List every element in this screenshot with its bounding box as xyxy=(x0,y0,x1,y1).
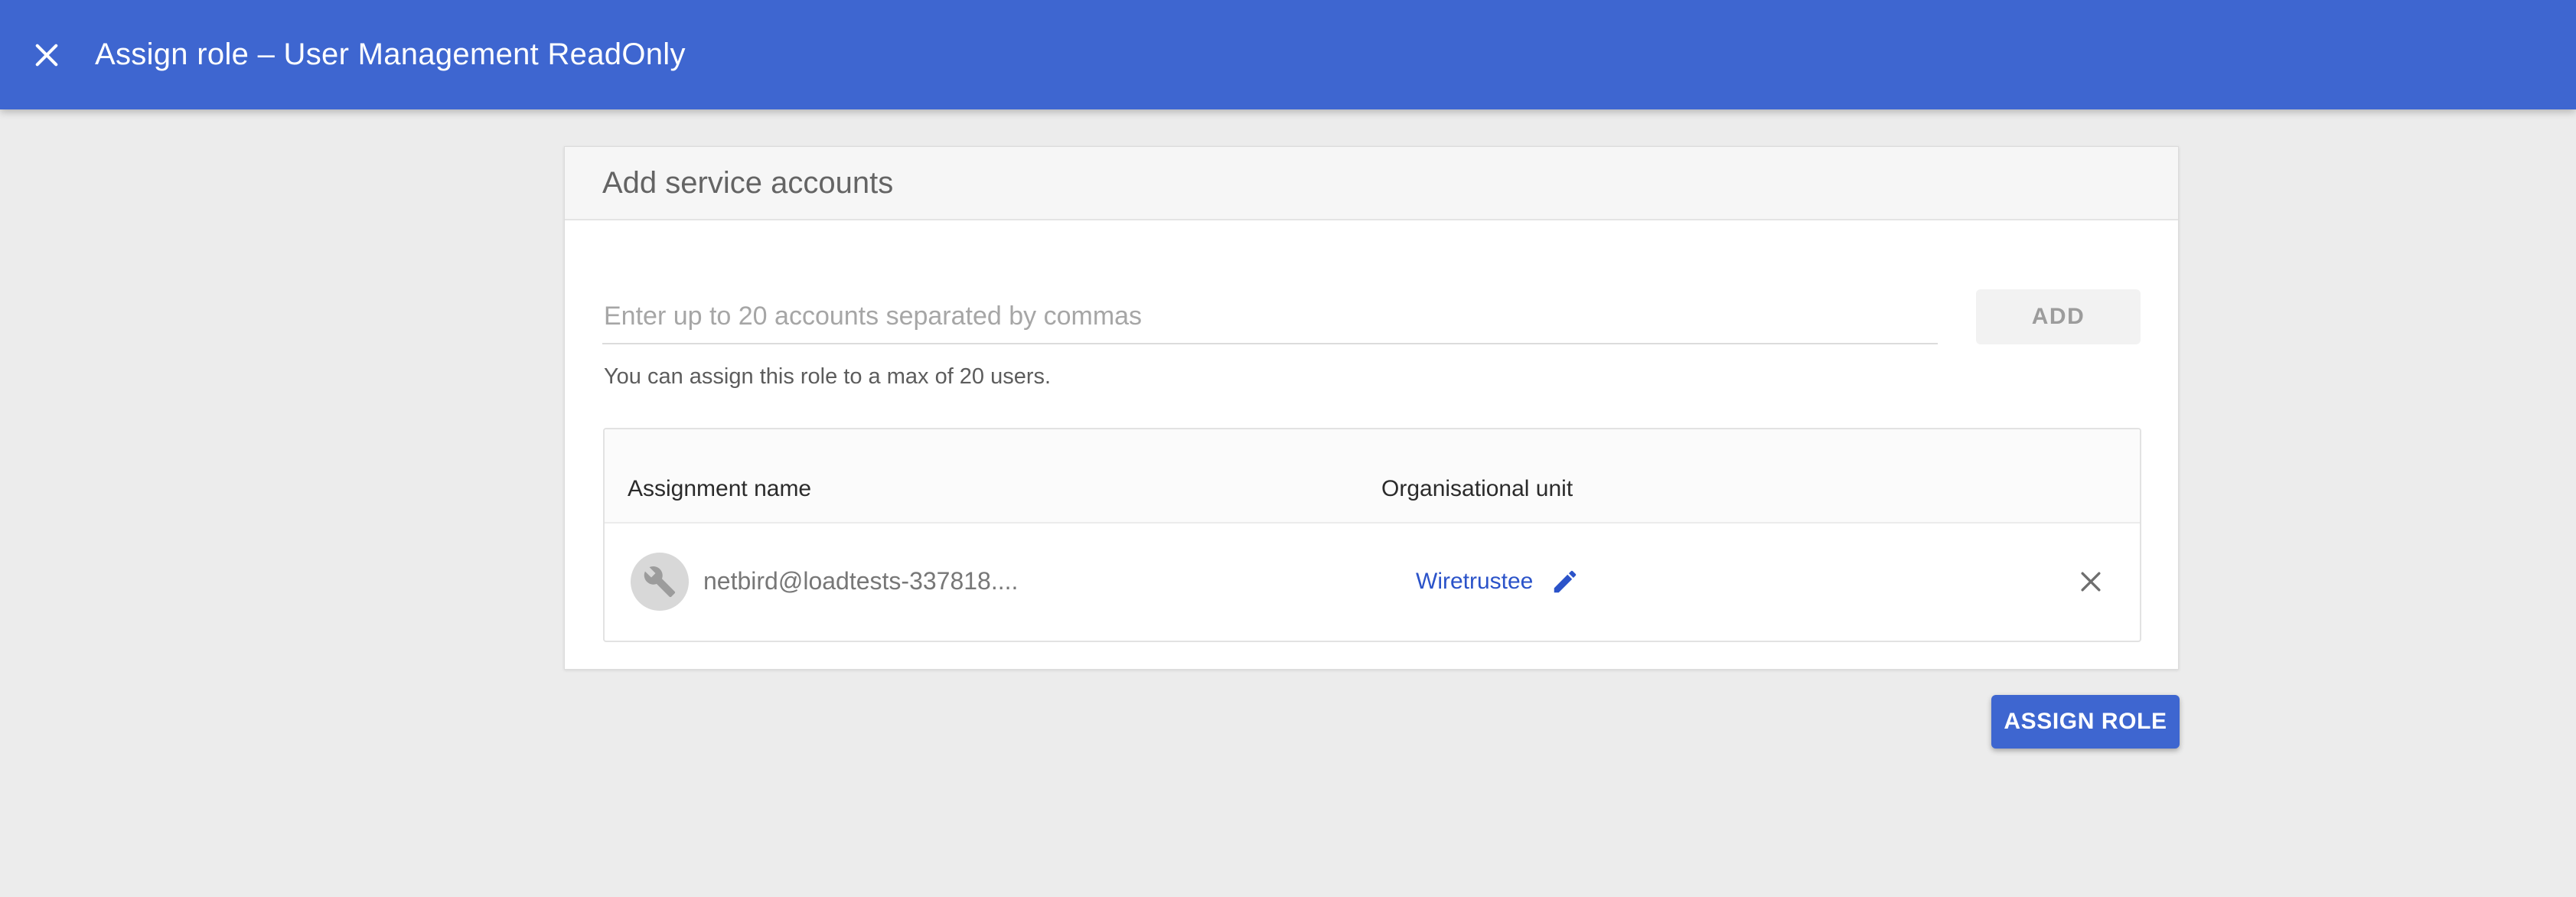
assign-role-button[interactable]: ASSIGN ROLE xyxy=(1991,695,2180,749)
wrench-icon xyxy=(643,565,677,599)
close-icon xyxy=(29,38,64,73)
close-button[interactable] xyxy=(20,28,73,82)
remove-assignment-button[interactable] xyxy=(2071,562,2111,602)
card-header: Add service accounts xyxy=(565,147,2178,220)
table-header-row: Assignment name Organisational unit xyxy=(605,429,2140,524)
accounts-input-row: ADD xyxy=(602,289,2141,344)
add-service-accounts-card: Add service accounts ADD You can assign … xyxy=(564,146,2179,670)
add-button[interactable]: ADD xyxy=(1976,289,2141,344)
avatar xyxy=(631,553,689,611)
column-header-organisational-unit: Organisational unit xyxy=(1381,476,1573,501)
assignee-name: netbird@loadtests-337818.... xyxy=(703,567,1018,595)
dialog-header: Assign role – User Management ReadOnly xyxy=(0,0,2576,109)
close-x-icon xyxy=(2075,566,2107,598)
edit-org-unit-button[interactable] xyxy=(1548,565,1582,599)
assignments-table: Assignment name Organisational unit netb… xyxy=(603,428,2141,642)
card-title: Add service accounts xyxy=(602,166,893,201)
org-unit-link[interactable]: Wiretrustee xyxy=(1416,569,1533,595)
dialog-title: Assign role – User Management ReadOnly xyxy=(95,38,686,72)
column-header-assignment-name: Assignment name xyxy=(628,476,811,501)
accounts-input[interactable] xyxy=(602,289,1938,344)
table-row: netbird@loadtests-337818.... Wiretrustee xyxy=(605,524,2140,639)
pencil-icon xyxy=(1550,567,1580,596)
helper-text: You can assign this role to a max of 20 … xyxy=(604,364,1051,390)
